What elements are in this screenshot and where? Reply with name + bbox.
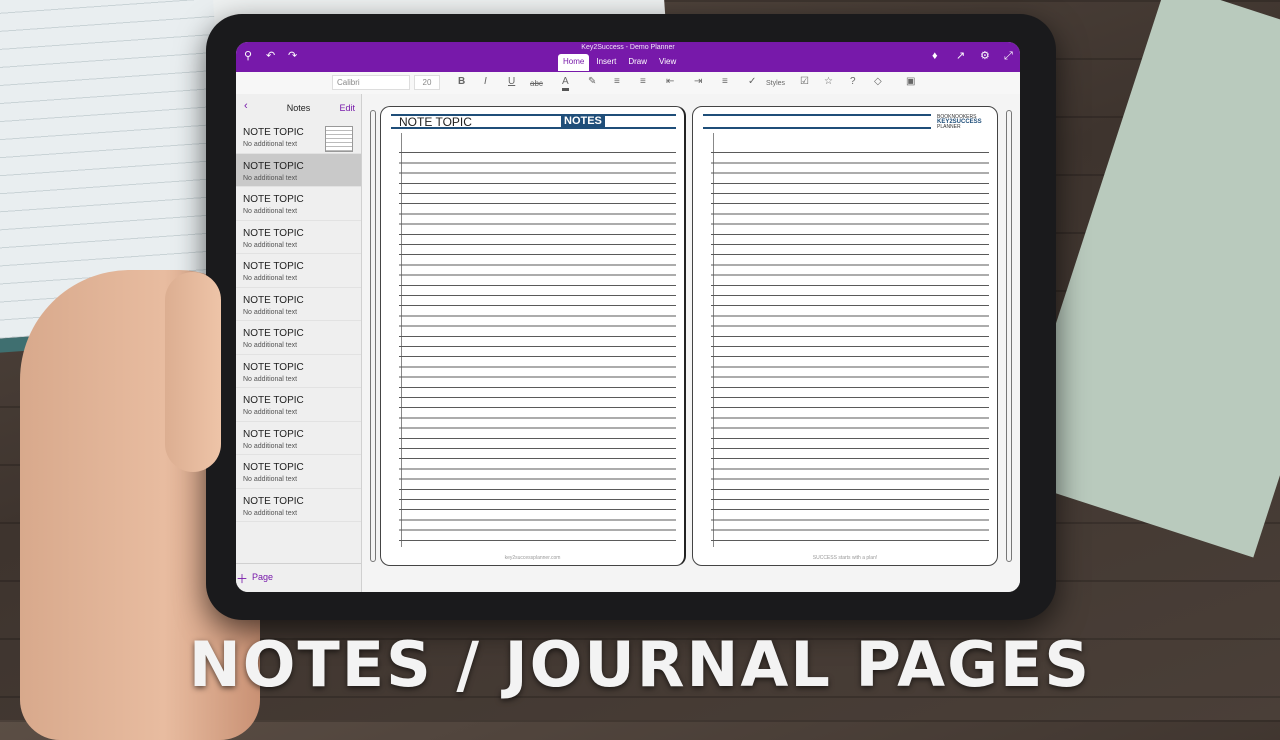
page-title: NOTE TOPIC bbox=[243, 495, 304, 507]
ribbon-tabs: Home Insert Draw View bbox=[558, 54, 681, 71]
page-subtitle: No additional text bbox=[243, 241, 298, 249]
page-title: NOTE TOPIC bbox=[243, 194, 304, 205]
header-rule bbox=[703, 127, 931, 129]
notes-page-left[interactable]: NOTE TOPIC NOTES key2successplanner.com bbox=[380, 106, 686, 566]
bell-icon[interactable]: ♦ bbox=[932, 50, 938, 62]
brand-sub: PLANNER bbox=[937, 124, 961, 130]
page-list-item-selected[interactable]: NOTE TOPIC No additional text bbox=[236, 153, 361, 187]
plus-icon[interactable]: ＋ bbox=[236, 570, 248, 587]
page-subtitle: No additional text bbox=[243, 342, 298, 349]
redo-icon[interactable]: ↷ bbox=[288, 50, 297, 62]
page-subtitle: No additional text bbox=[243, 442, 298, 450]
undo-icon[interactable]: ↶ bbox=[266, 50, 275, 62]
page-list: NOTE TOPIC No additional text NOTE TOPIC… bbox=[236, 120, 361, 522]
page-title: NOTE TOPIC bbox=[243, 462, 304, 473]
page-title: NOTE TOPIC bbox=[243, 428, 304, 440]
page-subtitle: No additional text bbox=[243, 275, 298, 282]
numbered-list-icon[interactable]: ≡ bbox=[640, 76, 646, 88]
page-list-item[interactable]: NOTE TOPIC No additional text bbox=[236, 388, 361, 422]
page-subtitle: No additional text bbox=[243, 509, 298, 517]
styles-button[interactable]: Styles bbox=[766, 78, 785, 90]
italic-button[interactable]: I bbox=[484, 76, 487, 88]
edit-button[interactable]: Edit bbox=[339, 103, 355, 113]
checkbox-icon[interactable]: ☑ bbox=[800, 76, 809, 88]
page-subtitle: No additional text bbox=[243, 476, 298, 483]
page-list-sidebar: ‹ Notes Edit NOTE TOPIC No additional te… bbox=[236, 94, 362, 592]
tag-icon[interactable]: ◇ bbox=[874, 76, 882, 88]
brand-logo: BOOKNOOKERS KEY2SUCCESS PLANNER bbox=[937, 115, 989, 130]
align-icon[interactable]: ≡ bbox=[722, 76, 728, 88]
page-subtitle: No additional text bbox=[243, 174, 298, 182]
bold-button[interactable]: B bbox=[458, 76, 465, 88]
sidebar-header: ‹ Notes Edit bbox=[236, 94, 361, 120]
highlighter-icon[interactable]: ✎ bbox=[588, 76, 596, 88]
page-list-item[interactable]: NOTE TOPIC No additional text bbox=[236, 455, 361, 489]
tab-insert[interactable]: Insert bbox=[591, 54, 621, 71]
help-button[interactable]: ? bbox=[850, 76, 856, 88]
page-footer: SUCCESS starts with a plan! bbox=[812, 555, 878, 561]
page-list-item[interactable]: NOTE TOPIC No additional text bbox=[236, 321, 361, 355]
page-list-item[interactable]: NOTE TOPIC No additional text bbox=[236, 422, 361, 455]
page-subtitle: No additional text bbox=[243, 409, 298, 416]
note-topic-heading[interactable]: NOTE TOPIC bbox=[399, 115, 472, 129]
star-icon[interactable]: ☆ bbox=[824, 76, 833, 88]
thumb bbox=[165, 272, 221, 472]
styles-icon[interactable]: ✓ bbox=[748, 76, 756, 88]
promo-caption: NOTES / JOURNAL PAGES bbox=[188, 628, 1092, 701]
notes-label: NOTES bbox=[561, 115, 605, 128]
tab-view[interactable]: View bbox=[654, 54, 681, 71]
font-family-select[interactable]: Calibri bbox=[332, 75, 410, 90]
font-size-select[interactable]: 20 bbox=[414, 75, 440, 90]
page-stack-left bbox=[370, 110, 376, 562]
ruled-lines bbox=[399, 143, 676, 547]
page-subtitle: No additional text bbox=[243, 375, 298, 383]
bullet-list-icon[interactable]: ≡ bbox=[614, 76, 620, 88]
page-footer: key2successplanner.com bbox=[504, 555, 561, 561]
gear-icon[interactable]: ⚙ bbox=[980, 50, 990, 62]
app-top-bar: Key2Success - Demo Planner ⚲ ↶ ↷ Home In… bbox=[236, 42, 1020, 72]
page-list-item[interactable]: NOTE TOPIC No additional text bbox=[236, 221, 361, 254]
page-list-item[interactable]: NOTE TOPIC No additional text bbox=[236, 288, 361, 321]
outdent-icon[interactable]: ⇤ bbox=[666, 76, 674, 88]
page-title: NOTE TOPIC bbox=[243, 160, 304, 172]
tab-draw[interactable]: Draw bbox=[623, 54, 652, 71]
page-title: NOTE TOPIC bbox=[243, 261, 304, 272]
sidebar-footer: ＋ Page bbox=[236, 563, 361, 592]
page-list-item[interactable]: NOTE TOPIC No additional text bbox=[236, 489, 361, 522]
page-title: NOTE TOPIC bbox=[243, 361, 304, 373]
page-list-item[interactable]: NOTE TOPIC No additional text bbox=[236, 254, 361, 288]
page-title: NOTE TOPIC bbox=[243, 227, 304, 239]
page-canvas[interactable]: NOTE TOPIC NOTES key2successplanner.com … bbox=[362, 94, 1020, 592]
page-list-item[interactable]: NOTE TOPIC No additional text bbox=[236, 355, 361, 388]
page-title: NOTE TOPIC bbox=[243, 395, 304, 406]
page-title: NOTE TOPIC bbox=[243, 328, 304, 339]
app-screen: Key2Success - Demo Planner ⚲ ↶ ↷ Home In… bbox=[236, 42, 1020, 592]
page-list-item[interactable]: NOTE TOPIC No additional text bbox=[236, 187, 361, 221]
add-page-button[interactable]: Page bbox=[252, 572, 273, 582]
page-subtitle: No additional text bbox=[243, 208, 298, 215]
font-color-button[interactable]: A bbox=[562, 76, 569, 91]
page-subtitle: No additional text bbox=[243, 308, 298, 316]
page-title: NOTE TOPIC bbox=[243, 294, 304, 306]
share-icon[interactable]: ↗ bbox=[956, 50, 965, 62]
search-icon[interactable]: ⚲ bbox=[244, 50, 252, 62]
page-stack-right bbox=[1006, 110, 1012, 562]
expand-icon[interactable]: ⤢ bbox=[1004, 50, 1013, 62]
sticky-note-icon[interactable]: ▣ bbox=[906, 76, 915, 88]
underline-button[interactable]: U bbox=[508, 76, 515, 88]
tab-home[interactable]: Home bbox=[558, 54, 590, 71]
page-thumbnail bbox=[325, 126, 353, 152]
notes-page-right[interactable]: BOOKNOOKERS KEY2SUCCESS PLANNER SUCCESS … bbox=[692, 106, 998, 566]
strikethrough-button[interactable]: abc bbox=[530, 78, 543, 90]
formatting-ribbon: Calibri 20 B I U abc A ✎ ≡ ≡ ⇤ ⇥ ≡ ✓ Sty… bbox=[236, 72, 1020, 95]
document-title: Key2Success - Demo Planner bbox=[581, 44, 675, 51]
ruled-lines bbox=[711, 143, 989, 547]
indent-icon[interactable]: ⇥ bbox=[694, 76, 702, 88]
header-rule bbox=[703, 114, 931, 116]
